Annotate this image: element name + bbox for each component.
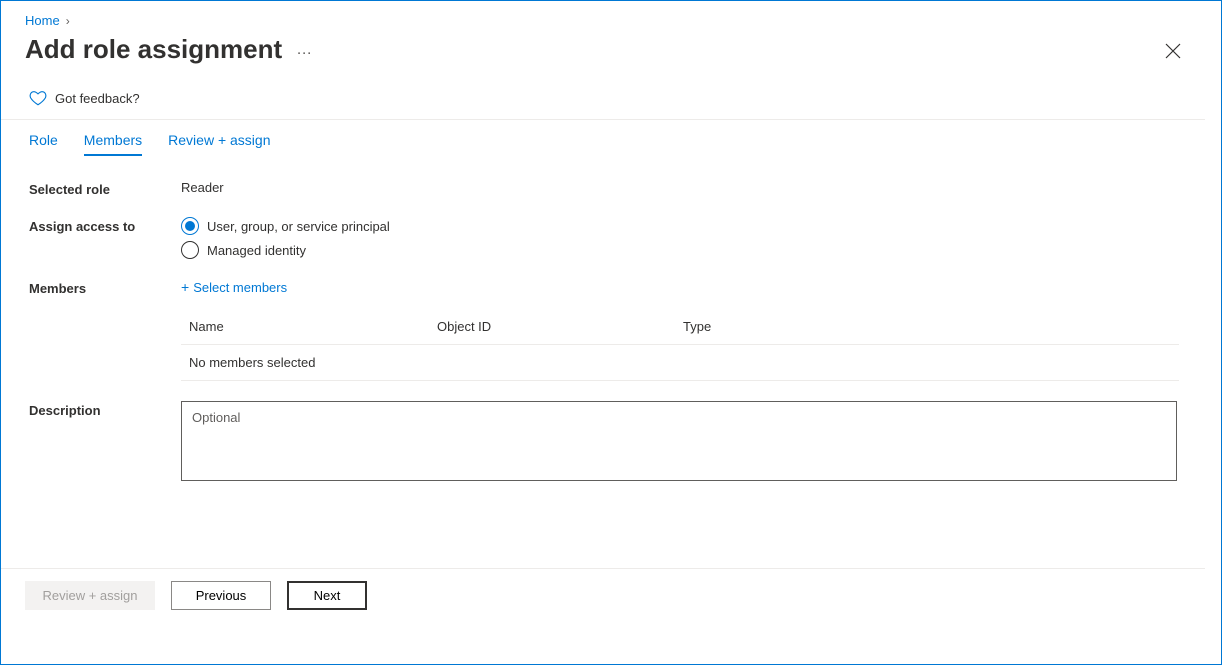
review-assign-button: Review + assign xyxy=(25,581,155,610)
selected-role-label: Selected role xyxy=(29,180,181,197)
feedback-label: Got feedback? xyxy=(55,91,140,106)
radio-icon xyxy=(181,241,199,259)
members-label: Members xyxy=(29,279,181,296)
feedback-link[interactable]: Got feedback? xyxy=(1,75,1205,119)
selected-role-value: Reader xyxy=(181,180,1177,195)
previous-button[interactable]: Previous xyxy=(171,581,271,610)
members-table: Name Object ID Type No members selected xyxy=(181,309,1179,381)
page-title: Add role assignment xyxy=(25,34,282,65)
close-icon[interactable] xyxy=(1165,43,1181,62)
chevron-right-icon: › xyxy=(66,14,70,28)
plus-icon: + xyxy=(181,279,189,295)
description-input[interactable] xyxy=(181,401,1177,481)
radio-managed-label: Managed identity xyxy=(207,243,306,258)
radio-user-label: User, group, or service principal xyxy=(207,219,390,234)
description-label: Description xyxy=(29,401,181,418)
table-header-type: Type xyxy=(683,319,1171,334)
select-members-link[interactable]: + Select members xyxy=(181,279,287,295)
select-members-text: Select members xyxy=(193,280,287,295)
table-empty-row: No members selected xyxy=(181,345,1179,381)
radio-managed-identity[interactable]: Managed identity xyxy=(181,241,1177,259)
breadcrumb: Home › xyxy=(25,13,1181,28)
table-header-name: Name xyxy=(189,319,437,334)
assign-access-label: Assign access to xyxy=(29,217,181,234)
tabs: Role Members Review + assign xyxy=(1,120,1205,156)
radio-user-group-sp[interactable]: User, group, or service principal xyxy=(181,217,1177,235)
table-header-objectid: Object ID xyxy=(437,319,683,334)
breadcrumb-home[interactable]: Home xyxy=(25,13,60,28)
radio-icon xyxy=(181,217,199,235)
footer: Review + assign Previous Next xyxy=(1,568,1205,622)
more-icon[interactable]: … xyxy=(296,41,313,59)
tab-role[interactable]: Role xyxy=(29,132,58,156)
tab-review-assign[interactable]: Review + assign xyxy=(168,132,270,156)
heart-icon xyxy=(29,89,47,107)
next-button[interactable]: Next xyxy=(287,581,367,610)
tab-members[interactable]: Members xyxy=(84,132,142,156)
